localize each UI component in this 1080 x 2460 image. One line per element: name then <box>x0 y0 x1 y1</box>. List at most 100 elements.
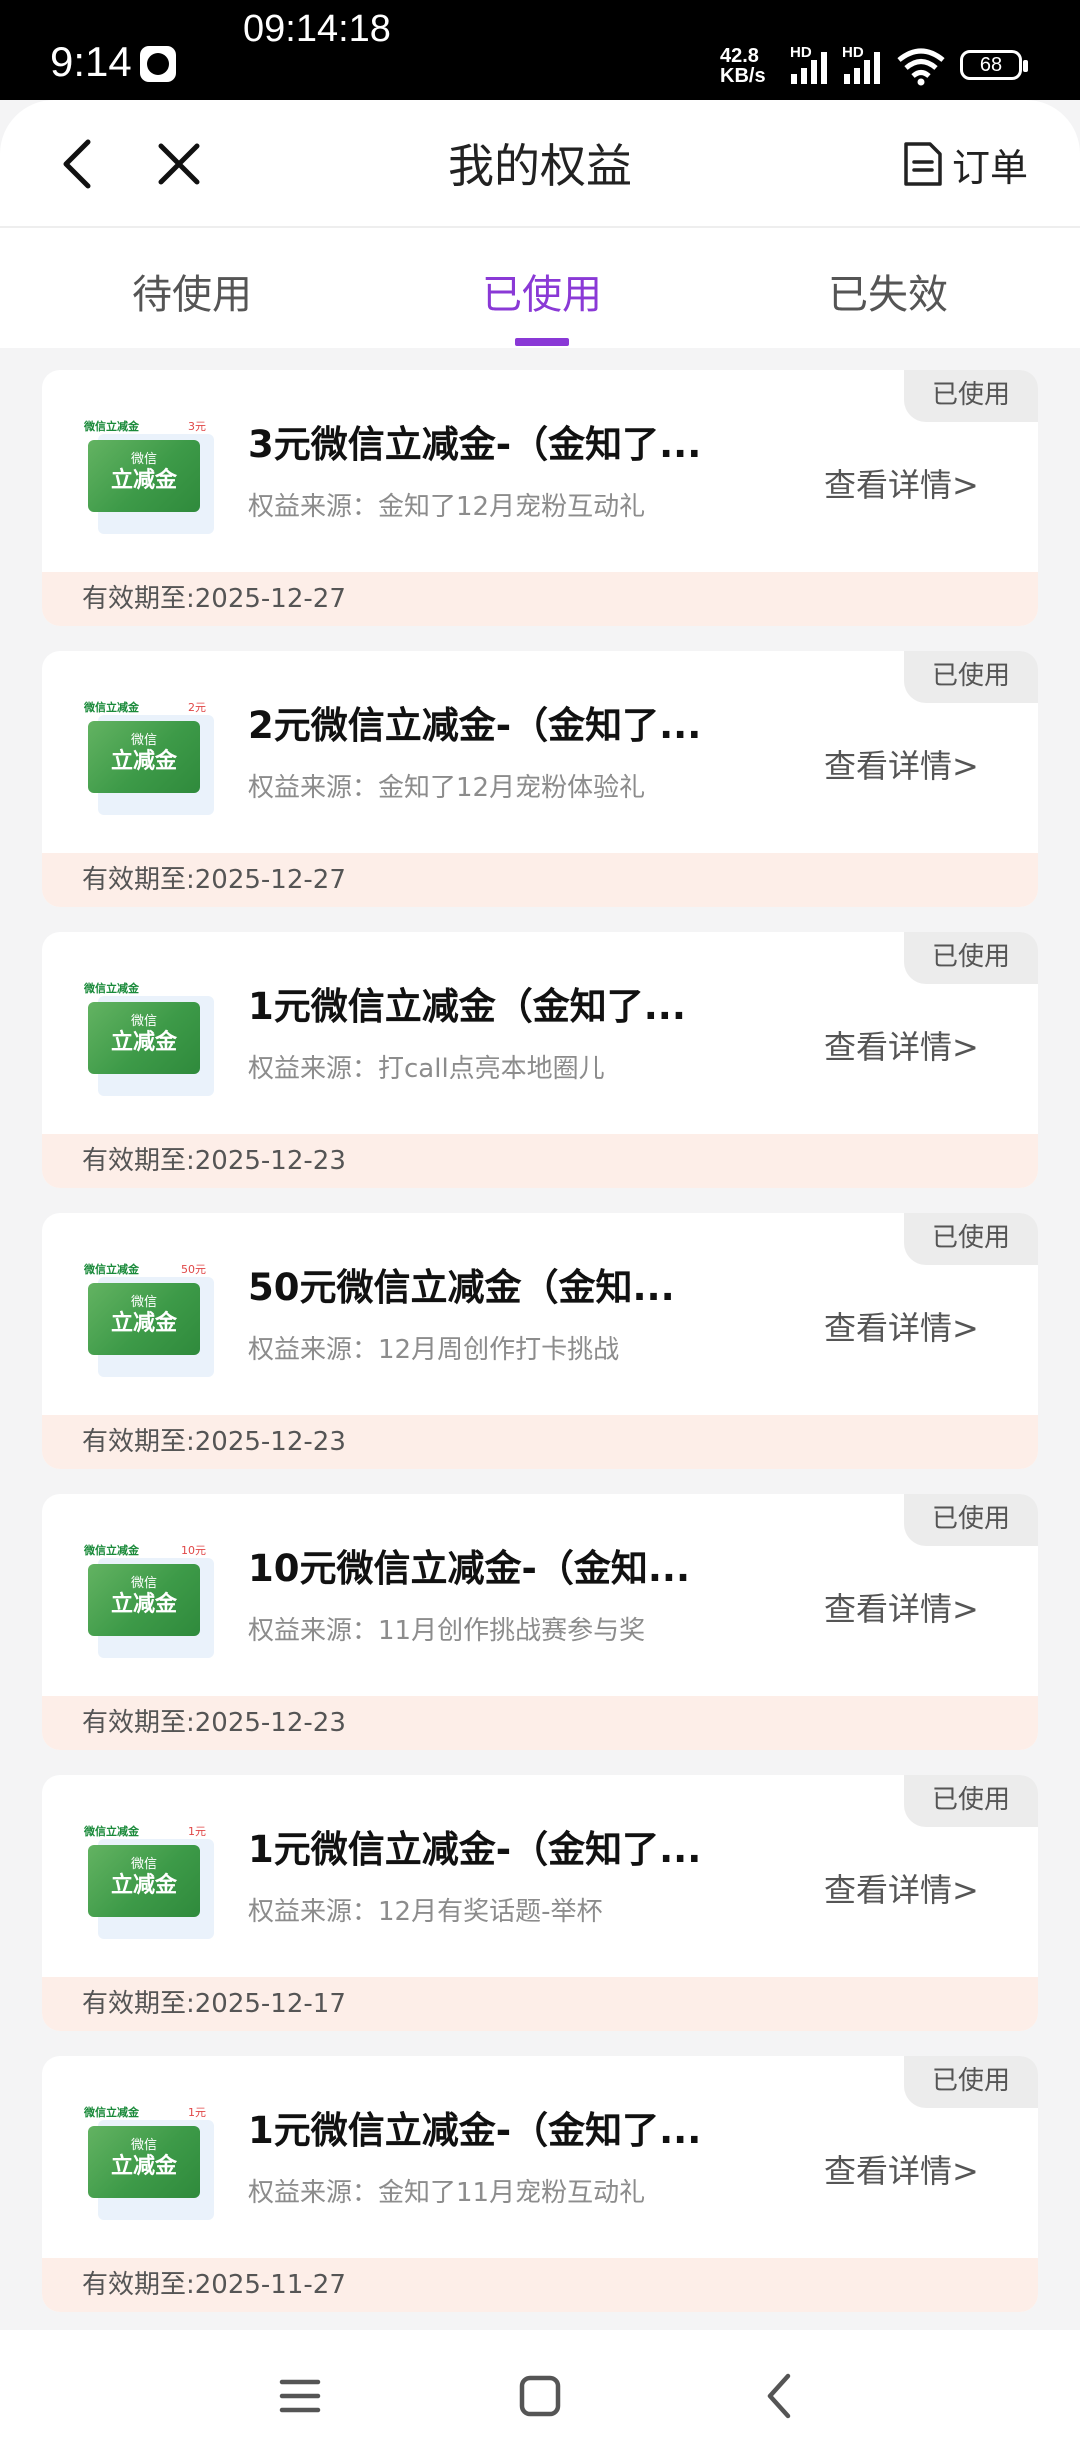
voucher-line2: 立减金 <box>110 1311 177 1336</box>
benefit-card[interactable]: 已使用 微信立减金 50元 微信 立减金 50元微信立减金（金知... 权益来源… <box>42 1213 1038 1469</box>
order-document-icon <box>904 142 942 186</box>
network-speed-value: 42.8 <box>720 45 759 67</box>
status-time: 9:14 <box>50 38 132 85</box>
benefit-source: 权益来源：金知了12月宠粉体验礼 <box>248 773 646 803</box>
used-status-tag: 已使用 <box>904 651 1038 703</box>
voucher-card-image: 微信 立减金 <box>88 1002 200 1074</box>
thumbnail-amount: 10元 <box>181 1544 206 1557</box>
voucher-card-image: 微信 立减金 <box>88 1845 200 1917</box>
voucher-thumbnail: 微信立减金 微信 立减金 <box>84 972 214 1096</box>
thumbnail-amount: 2元 <box>188 701 206 714</box>
benefit-card[interactable]: 已使用 微信立减金 3元 微信 立减金 3元微信立减金-（金知了... 权益来源… <box>42 370 1038 626</box>
benefit-title: 2元微信立减金-（金知了... <box>248 704 702 747</box>
system-nav-bar <box>0 2330 1080 2460</box>
home-square-icon[interactable] <box>514 2370 566 2422</box>
voucher-thumbnail: 微信立减金 2元 微信 立减金 <box>84 691 214 815</box>
voucher-card-image: 微信 立减金 <box>88 440 200 512</box>
voucher-card-image: 微信 立减金 <box>88 2126 200 2198</box>
benefit-title: 10元微信立减金-（金知... <box>248 1547 691 1590</box>
view-details-link[interactable]: 查看详情> <box>824 1584 979 1630</box>
voucher-line2: 立减金 <box>110 749 177 774</box>
signal-icon <box>791 52 827 84</box>
expiry-date: 有效期至:2025-11-27 <box>42 2258 1038 2312</box>
status-bar: 9:14 09:14:18 42.8 KB/s HD HD 68 <box>0 0 1080 100</box>
voucher-card-image: 微信 立减金 <box>88 1564 200 1636</box>
voucher-line2: 立减金 <box>110 1873 177 1898</box>
benefit-card[interactable]: 已使用 微信立减金 1元 微信 立减金 1元微信立减金-（金知了... 权益来源… <box>42 2056 1038 2312</box>
signal-icon <box>844 52 880 84</box>
view-details-link[interactable]: 查看详情> <box>824 1303 979 1349</box>
thumbnail-caption: 微信立减金 <box>84 2106 139 2119</box>
benefit-title: 1元微信立减金-（金知了... <box>248 1828 702 1871</box>
clock-app-icon <box>140 46 176 82</box>
thumbnail-caption: 微信立减金 <box>84 1263 139 1276</box>
benefit-source: 权益来源：11月创作挑战赛参与奖 <box>248 1616 646 1646</box>
voucher-line1: 微信 <box>130 1295 157 1310</box>
benefit-title: 3元微信立减金-（金知了... <box>248 423 702 466</box>
voucher-line1: 微信 <box>130 1014 157 1029</box>
expiry-date: 有效期至:2025-12-27 <box>42 853 1038 907</box>
nav-back-icon[interactable] <box>754 2370 806 2422</box>
voucher-card-image: 微信 立减金 <box>88 1283 200 1355</box>
view-details-link[interactable]: 查看详情> <box>824 741 979 787</box>
voucher-line2: 立减金 <box>110 1030 177 1055</box>
battery-icon: 68 <box>960 50 1028 80</box>
view-details-link[interactable]: 查看详情> <box>824 2146 979 2192</box>
active-tab-indicator <box>515 338 569 346</box>
view-details-link[interactable]: 查看详情> <box>824 1022 979 1068</box>
voucher-thumbnail: 微信立减金 1元 微信 立减金 <box>84 1815 214 1939</box>
tab-bar: 待使用 已使用 已失效 <box>0 228 1080 348</box>
voucher-card-image: 微信 立减金 <box>88 721 200 793</box>
expiry-date: 有效期至:2025-12-23 <box>42 1134 1038 1188</box>
menu-icon[interactable] <box>274 2370 326 2422</box>
voucher-line2: 立减金 <box>110 468 177 493</box>
thumbnail-caption: 微信立减金 <box>84 1544 139 1557</box>
expiry-date: 有效期至:2025-12-23 <box>42 1696 1038 1750</box>
voucher-line2: 立减金 <box>110 2154 177 2179</box>
benefit-source: 权益来源：打call点亮本地圈儿 <box>248 1054 605 1084</box>
thumbnail-amount: 50元 <box>181 1263 206 1276</box>
tab-pending[interactable]: 待使用 <box>72 262 312 320</box>
tab-used[interactable]: 已使用 <box>422 262 662 320</box>
order-button[interactable]: 订单 <box>902 136 1028 192</box>
voucher-thumbnail: 微信立减金 50元 微信 立减金 <box>84 1253 214 1377</box>
voucher-line2: 立减金 <box>110 1592 177 1617</box>
tab-expired[interactable]: 已失效 <box>768 262 1008 320</box>
app-header: 我的权益 订单 <box>0 100 1080 228</box>
expiry-date: 有效期至:2025-12-27 <box>42 572 1038 626</box>
benefit-title: 1元微信立减金（金知了... <box>248 985 686 1028</box>
thumbnail-caption: 微信立减金 <box>84 982 139 995</box>
benefit-card[interactable]: 已使用 微信立减金 2元 微信 立减金 2元微信立减金-（金知了... 权益来源… <box>42 651 1038 907</box>
benefit-card[interactable]: 已使用 微信立减金 微信 立减金 1元微信立减金（金知了... 权益来源：打ca… <box>42 932 1038 1188</box>
expiry-date: 有效期至:2025-12-23 <box>42 1415 1038 1469</box>
thumbnail-amount: 1元 <box>188 2106 206 2119</box>
voucher-thumbnail: 微信立减金 3元 微信 立减金 <box>84 410 214 534</box>
benefit-source: 权益来源：12月有奖话题-举杯 <box>248 1897 603 1927</box>
used-status-tag: 已使用 <box>904 1775 1038 1827</box>
view-details-link[interactable]: 查看详情> <box>824 460 979 506</box>
benefit-source: 权益来源：金知了11月宠粉互动礼 <box>248 2178 646 2208</box>
used-status-tag: 已使用 <box>904 2056 1038 2108</box>
used-status-tag: 已使用 <box>904 1213 1038 1265</box>
used-status-tag: 已使用 <box>904 1494 1038 1546</box>
voucher-line1: 微信 <box>130 1576 157 1591</box>
used-status-tag: 已使用 <box>904 370 1038 422</box>
view-details-link[interactable]: 查看详情> <box>824 1865 979 1911</box>
order-label: 订单 <box>952 145 1029 190</box>
used-status-tag: 已使用 <box>904 932 1038 984</box>
benefit-card[interactable]: 已使用 微信立减金 10元 微信 立减金 10元微信立减金-（金知... 权益来… <box>42 1494 1038 1750</box>
thumbnail-caption: 微信立减金 <box>84 701 139 714</box>
wifi-icon <box>897 48 945 86</box>
voucher-line1: 微信 <box>130 2138 157 2153</box>
voucher-thumbnail: 微信立减金 1元 微信 立减金 <box>84 2096 214 2220</box>
benefit-card[interactable]: 已使用 微信立减金 1元 微信 立减金 1元微信立减金-（金知了... 权益来源… <box>42 1775 1038 2031</box>
floating-clock: 09:14:18 <box>243 8 391 50</box>
voucher-thumbnail: 微信立减金 10元 微信 立减金 <box>84 1534 214 1658</box>
benefit-source: 权益来源：金知了12月宠粉互动礼 <box>248 492 646 522</box>
voucher-line1: 微信 <box>130 733 157 748</box>
voucher-line1: 微信 <box>130 1857 157 1872</box>
benefit-source: 权益来源：12月周创作打卡挑战 <box>248 1335 620 1365</box>
network-speed: 42.8 KB/s <box>720 46 766 86</box>
benefit-title: 50元微信立减金（金知... <box>248 1266 675 1309</box>
voucher-line1: 微信 <box>130 452 157 467</box>
